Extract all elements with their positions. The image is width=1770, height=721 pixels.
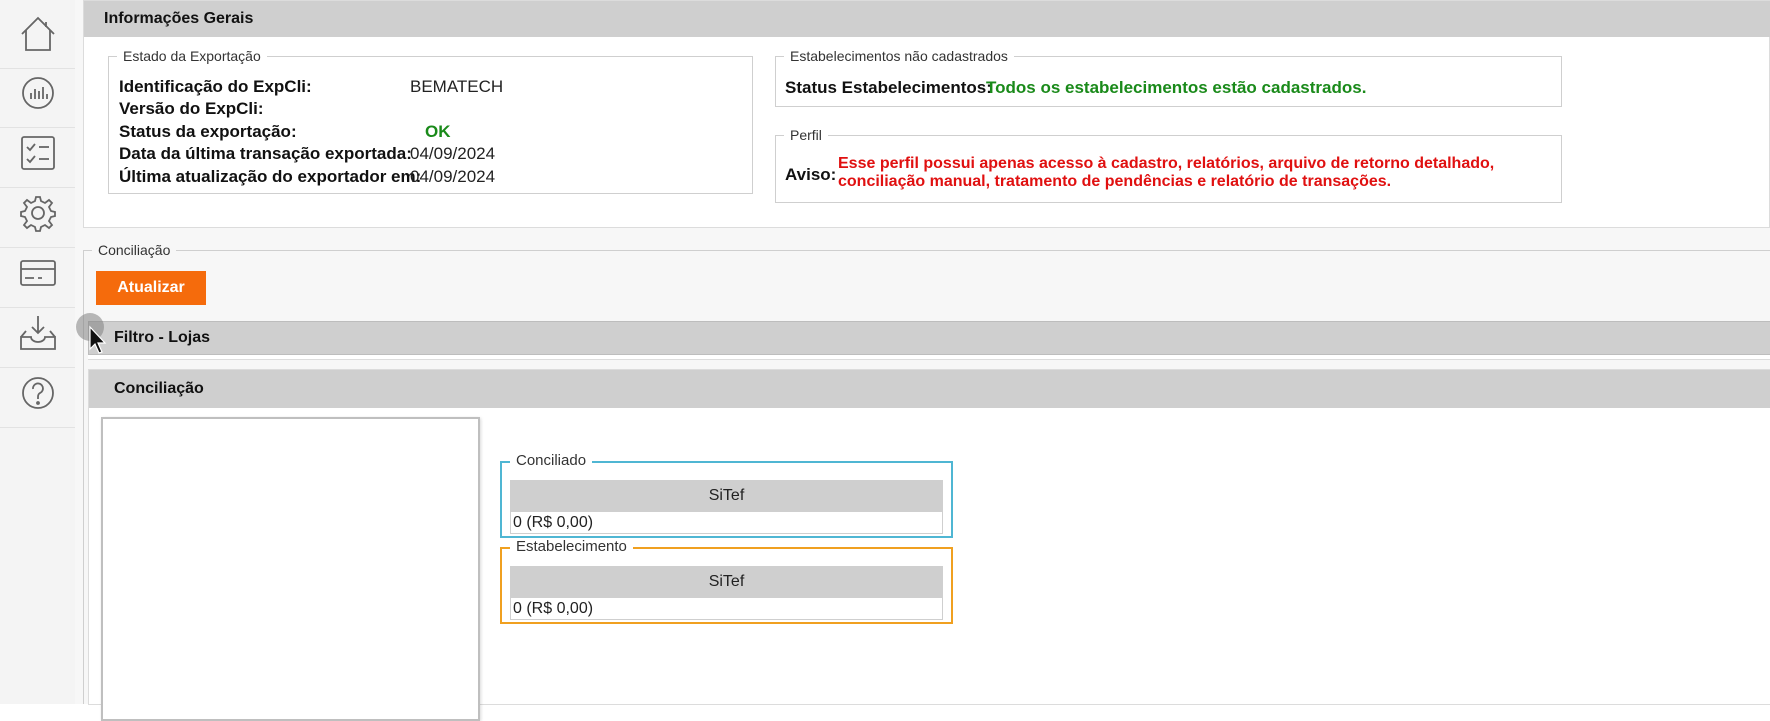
last-update-label: Última atualização do exportador em: (119, 167, 422, 186)
conciliation-group: Conciliação Atualizar Filtro - Lojas Con… (83, 241, 1770, 721)
sidebar (0, 0, 76, 704)
establishments-status-value: Todos os estabelecimentos estão cadastra… (986, 78, 1367, 97)
conciliation-panel-header: Conciliação (89, 370, 1770, 408)
mouse-pointer-icon (89, 325, 107, 354)
estabelecimento-value: 0 (R$ 0,00) (510, 598, 943, 620)
conciliation-panel-title: Conciliação (114, 380, 204, 397)
conciliado-value: 0 (R$ 0,00) (510, 512, 943, 534)
store-filter-bottom-line (88, 355, 1770, 360)
sidebar-item-help[interactable] (0, 359, 75, 428)
profile-legend: Perfil (784, 126, 828, 144)
inbox-download-icon (19, 316, 56, 350)
establishments-status-label: Status Estabelecimentos: (785, 78, 992, 97)
store-filter-title: Filtro - Lojas (114, 329, 210, 346)
conciliation-panel: Conciliação Conciliado SiTef 0 (R$ 0,00)… (88, 369, 1770, 721)
conciliado-column-header: SiTef (510, 480, 943, 512)
last-transaction-label: Data da última transação exportada: (119, 144, 412, 163)
conciliation-chart-area (101, 417, 480, 721)
dashboard-chart-icon (21, 77, 54, 109)
sidebar-item-import[interactable] (0, 299, 75, 368)
export-status-value: OK (425, 122, 451, 141)
expcli-id-value: BEMATECH (410, 77, 504, 96)
estabelecimento-column-header: SiTef (510, 566, 943, 598)
estabelecimento-legend: Estabelecimento (510, 538, 633, 556)
info-panel-header: Informações Gerais (84, 1, 1770, 37)
update-button[interactable]: Atualizar (96, 271, 206, 305)
last-update-value: 04/09/2024 (410, 167, 496, 186)
profile-warning-line1: Esse perfil possui apenas acesso à cadas… (838, 155, 1495, 172)
home-icon (20, 16, 55, 51)
info-panel-title: Informações Gerais (104, 10, 254, 27)
conciliado-legend: Conciliado (510, 452, 593, 470)
export-state-legend: Estado da Exportação (117, 47, 267, 65)
store-filter-header[interactable]: Filtro - Lojas (88, 321, 1770, 355)
checklist-icon (20, 136, 55, 170)
profile-warning-label: Aviso: (785, 165, 837, 184)
establishments-group: Estabelecimentos não cadastrados Status … (775, 47, 1562, 107)
expcli-version-label: Versão do ExpCli: (119, 99, 264, 118)
profile-group: Perfil Aviso: Esse perfil possui apenas … (775, 126, 1562, 203)
sidebar-item-dashboard[interactable] (0, 59, 75, 128)
export-state-group: Estado da Exportação Identificação do Ex… (108, 47, 753, 194)
export-status-label: Status da exportação: (119, 122, 297, 141)
help-icon (21, 377, 54, 409)
card-icon (19, 260, 56, 286)
profile-warning-line2: conciliação manual, tratamento de pendên… (838, 173, 1392, 190)
sidebar-item-settings[interactable] (0, 179, 75, 248)
last-transaction-value: 04/09/2024 (410, 144, 496, 163)
conciliation-legend: Conciliação (92, 241, 177, 259)
info-panel: Informações Gerais Estado da Exportação … (83, 0, 1770, 228)
establishments-legend: Estabelecimentos não cadastrados (784, 47, 1014, 65)
gear-icon (19, 196, 56, 232)
expcli-id-label: Identificação do ExpCli: (119, 77, 312, 96)
sidebar-item-cards[interactable] (0, 239, 75, 308)
estabelecimento-box: Estabelecimento SiTef 0 (R$ 0,00) (500, 538, 953, 624)
sidebar-item-checklist[interactable] (0, 119, 75, 188)
main-content: Informações Gerais Estado da Exportação … (75, 0, 1770, 721)
conciliado-box: Conciliado SiTef 0 (R$ 0,00) (500, 452, 953, 538)
